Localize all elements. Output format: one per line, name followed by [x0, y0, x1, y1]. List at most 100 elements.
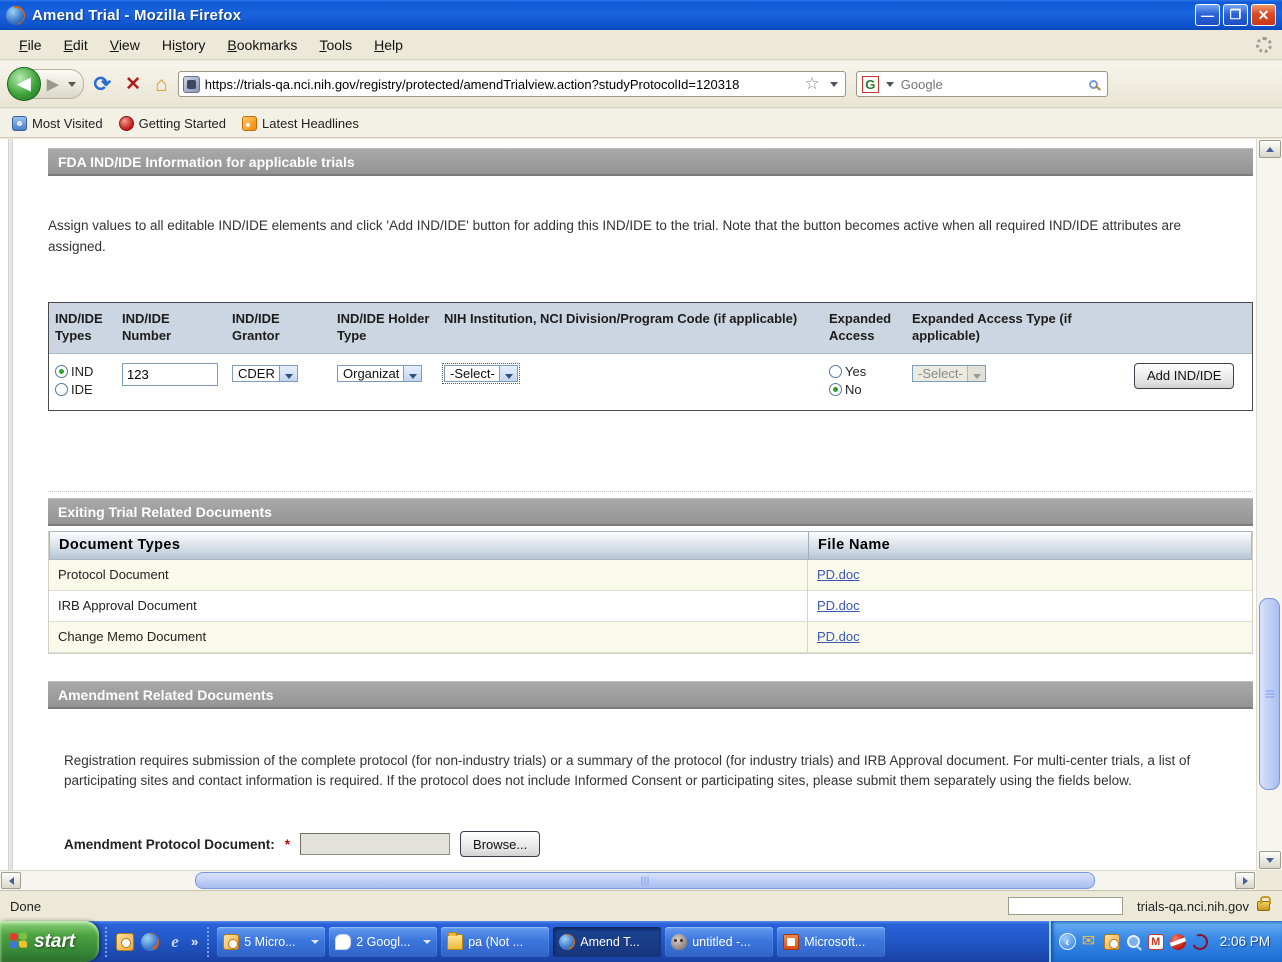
file-link[interactable]: PD.doc — [817, 598, 860, 613]
radio-ide-icon[interactable] — [55, 383, 68, 396]
search-input[interactable] — [901, 77, 1085, 92]
stop-button[interactable]: ✕ — [121, 75, 145, 94]
security-lock-icon[interactable] — [1257, 901, 1270, 911]
ind-ide-number-input[interactable] — [122, 363, 218, 386]
taskbar-button-outlook-group[interactable]: 5 Micro... — [217, 927, 325, 957]
taskbar-button-google-group[interactable]: 2 Googl... — [329, 927, 437, 957]
firefox-icon[interactable] — [141, 933, 159, 951]
holder-type-select[interactable]: Organizat — [337, 365, 422, 382]
horizontal-scroll-thumb[interactable] — [195, 872, 1095, 889]
restore-button[interactable]: ❐ — [1223, 4, 1248, 26]
antivirus-icon[interactable] — [1170, 934, 1186, 950]
file-link[interactable]: PD.doc — [817, 567, 860, 582]
scroll-down-button[interactable] — [1259, 851, 1281, 869]
document-type-cell: Change Memo Document — [49, 629, 807, 644]
radio-ind[interactable]: IND — [55, 363, 110, 381]
internet-explorer-icon[interactable]: e — [166, 933, 184, 951]
menu-help[interactable]: Help — [363, 33, 414, 57]
bookmark-star-icon[interactable]: ☆ — [803, 74, 822, 94]
vertical-scroll-thumb[interactable] — [1259, 598, 1280, 790]
scroll-up-button[interactable] — [1259, 140, 1281, 158]
menu-history[interactable]: History — [151, 33, 217, 57]
menu-tools[interactable]: Tools — [308, 33, 363, 57]
forward-button[interactable]: ▶ — [41, 75, 65, 93]
section-header-fda-ind-ide: FDA IND/IDE Information for applicable t… — [48, 148, 1253, 176]
messenger-tray-icon[interactable] — [1189, 931, 1210, 952]
taskbar-button-gimp[interactable]: untitled -... — [665, 927, 773, 957]
required-marker: * — [285, 837, 290, 852]
address-bar[interactable]: https://trials-qa.nci.nih.gov/registry/p… — [178, 71, 846, 97]
start-button[interactable]: start — [0, 921, 99, 962]
outlook-icon — [223, 934, 239, 950]
chevron-down-icon[interactable] — [279, 366, 297, 381]
windows-logo-icon — [10, 932, 28, 950]
amendment-intro-text: Registration requires submission of the … — [64, 751, 1224, 792]
url-text[interactable]: https://trials-qa.nci.nih.gov/registry/p… — [205, 77, 798, 92]
reload-button[interactable]: ⟳ — [90, 74, 116, 95]
google-engine-icon[interactable]: G — [862, 76, 879, 93]
scroll-left-button[interactable] — [1, 872, 21, 889]
radio-expanded-yes[interactable]: Yes — [829, 363, 900, 381]
outlook-icon[interactable] — [116, 933, 134, 951]
col-nih-institution: NIH Institution, NCI Division/Program Co… — [438, 303, 823, 353]
chevron-down-icon[interactable] — [403, 366, 421, 381]
engine-dropdown-icon[interactable] — [886, 82, 894, 87]
group-dropdown-icon[interactable] — [311, 940, 319, 944]
window-titlebar[interactable]: Amend Trial - Mozilla Firefox — ❐ ✕ — [0, 0, 1282, 30]
back-button[interactable]: ◀ — [7, 67, 41, 101]
radio-expanded-no[interactable]: No — [829, 381, 900, 399]
menu-view[interactable]: View — [99, 33, 151, 57]
group-dropdown-icon[interactable] — [423, 940, 431, 944]
taskbar-button-firefox-active[interactable]: Amend T... — [553, 927, 661, 957]
menu-edit[interactable]: Edit — [53, 33, 99, 57]
close-button[interactable]: ✕ — [1251, 4, 1276, 26]
browse-button[interactable]: Browse... — [460, 831, 540, 857]
home-button[interactable]: ⌂ — [151, 74, 172, 95]
bookmark-most-visited[interactable]: Most Visited — [6, 113, 109, 134]
bookmark-getting-started[interactable]: Getting Started — [113, 113, 232, 134]
outlook-tray-icon[interactable] — [1104, 934, 1120, 950]
scroll-right-button[interactable] — [1235, 872, 1255, 889]
quick-launch-overflow-icon[interactable]: » — [191, 934, 198, 949]
taskbar-button-folder[interactable]: pa (Not ... — [441, 927, 549, 957]
ind-ide-table: IND/IDE Types IND/IDE Number IND/IDE Gra… — [48, 302, 1253, 411]
col-document-types: Document Types — [50, 537, 808, 553]
nih-institution-select[interactable]: -Select- — [444, 365, 518, 382]
ind-ide-form-row: IND IDE CDER Organizat -Select- Yes No — [49, 354, 1252, 410]
search-icon[interactable] — [1089, 80, 1098, 89]
task-buttons: 5 Micro... 2 Googl... pa (Not ... Amend … — [217, 927, 885, 957]
file-link[interactable]: PD.doc — [817, 629, 860, 644]
file-upload-input[interactable] — [300, 833, 450, 855]
vertical-scrollbar[interactable] — [1256, 139, 1282, 870]
horizontal-scrollbar[interactable] — [0, 870, 1256, 890]
ind-ide-intro-text: Assign values to all editable IND/IDE el… — [48, 216, 1240, 258]
add-ind-ide-button[interactable]: Add IND/IDE — [1134, 363, 1234, 389]
radio-ide[interactable]: IDE — [55, 381, 110, 399]
minimize-button[interactable]: — — [1195, 4, 1220, 26]
history-dropdown-icon[interactable] — [68, 82, 76, 87]
radio-yes-icon[interactable] — [829, 365, 842, 378]
taskbar-button-powerpoint[interactable]: Microsoft... — [777, 927, 885, 957]
radio-no-icon[interactable] — [829, 383, 842, 396]
grantor-select[interactable]: CDER — [232, 365, 298, 382]
col-ind-ide-number: IND/IDE Number — [116, 303, 226, 353]
chat-bubble-icon — [335, 934, 351, 950]
chevron-down-icon[interactable] — [499, 366, 517, 381]
gmail-notifier-icon[interactable]: M — [1148, 934, 1164, 950]
taskbar: start e » 5 Micro... 2 Googl... pa (Not … — [0, 921, 1282, 962]
search-box[interactable]: G — [856, 71, 1108, 97]
firefox-icon — [6, 6, 25, 25]
new-mail-icon[interactable]: ✉ — [1082, 934, 1098, 950]
address-dropdown-icon[interactable] — [830, 82, 838, 87]
existing-documents-section: Exiting Trial Related Documents Document… — [48, 491, 1253, 654]
radio-ind-icon[interactable] — [55, 365, 68, 378]
upload-field-label: Amendment Protocol Document: — [64, 837, 275, 852]
tray-collapse-icon[interactable]: ‹ — [1059, 933, 1076, 950]
search-tray-icon[interactable] — [1126, 934, 1142, 950]
menu-bookmarks[interactable]: Bookmarks — [216, 33, 308, 57]
page-viewport: FDA IND/IDE Information for applicable t… — [0, 139, 1256, 870]
activity-throbber-icon — [1256, 37, 1272, 53]
bookmark-latest-headlines[interactable]: Latest Headlines — [236, 113, 365, 134]
taskbar-clock[interactable]: 2:06 PM — [1220, 934, 1270, 949]
menu-file[interactable]: File — [8, 33, 53, 57]
